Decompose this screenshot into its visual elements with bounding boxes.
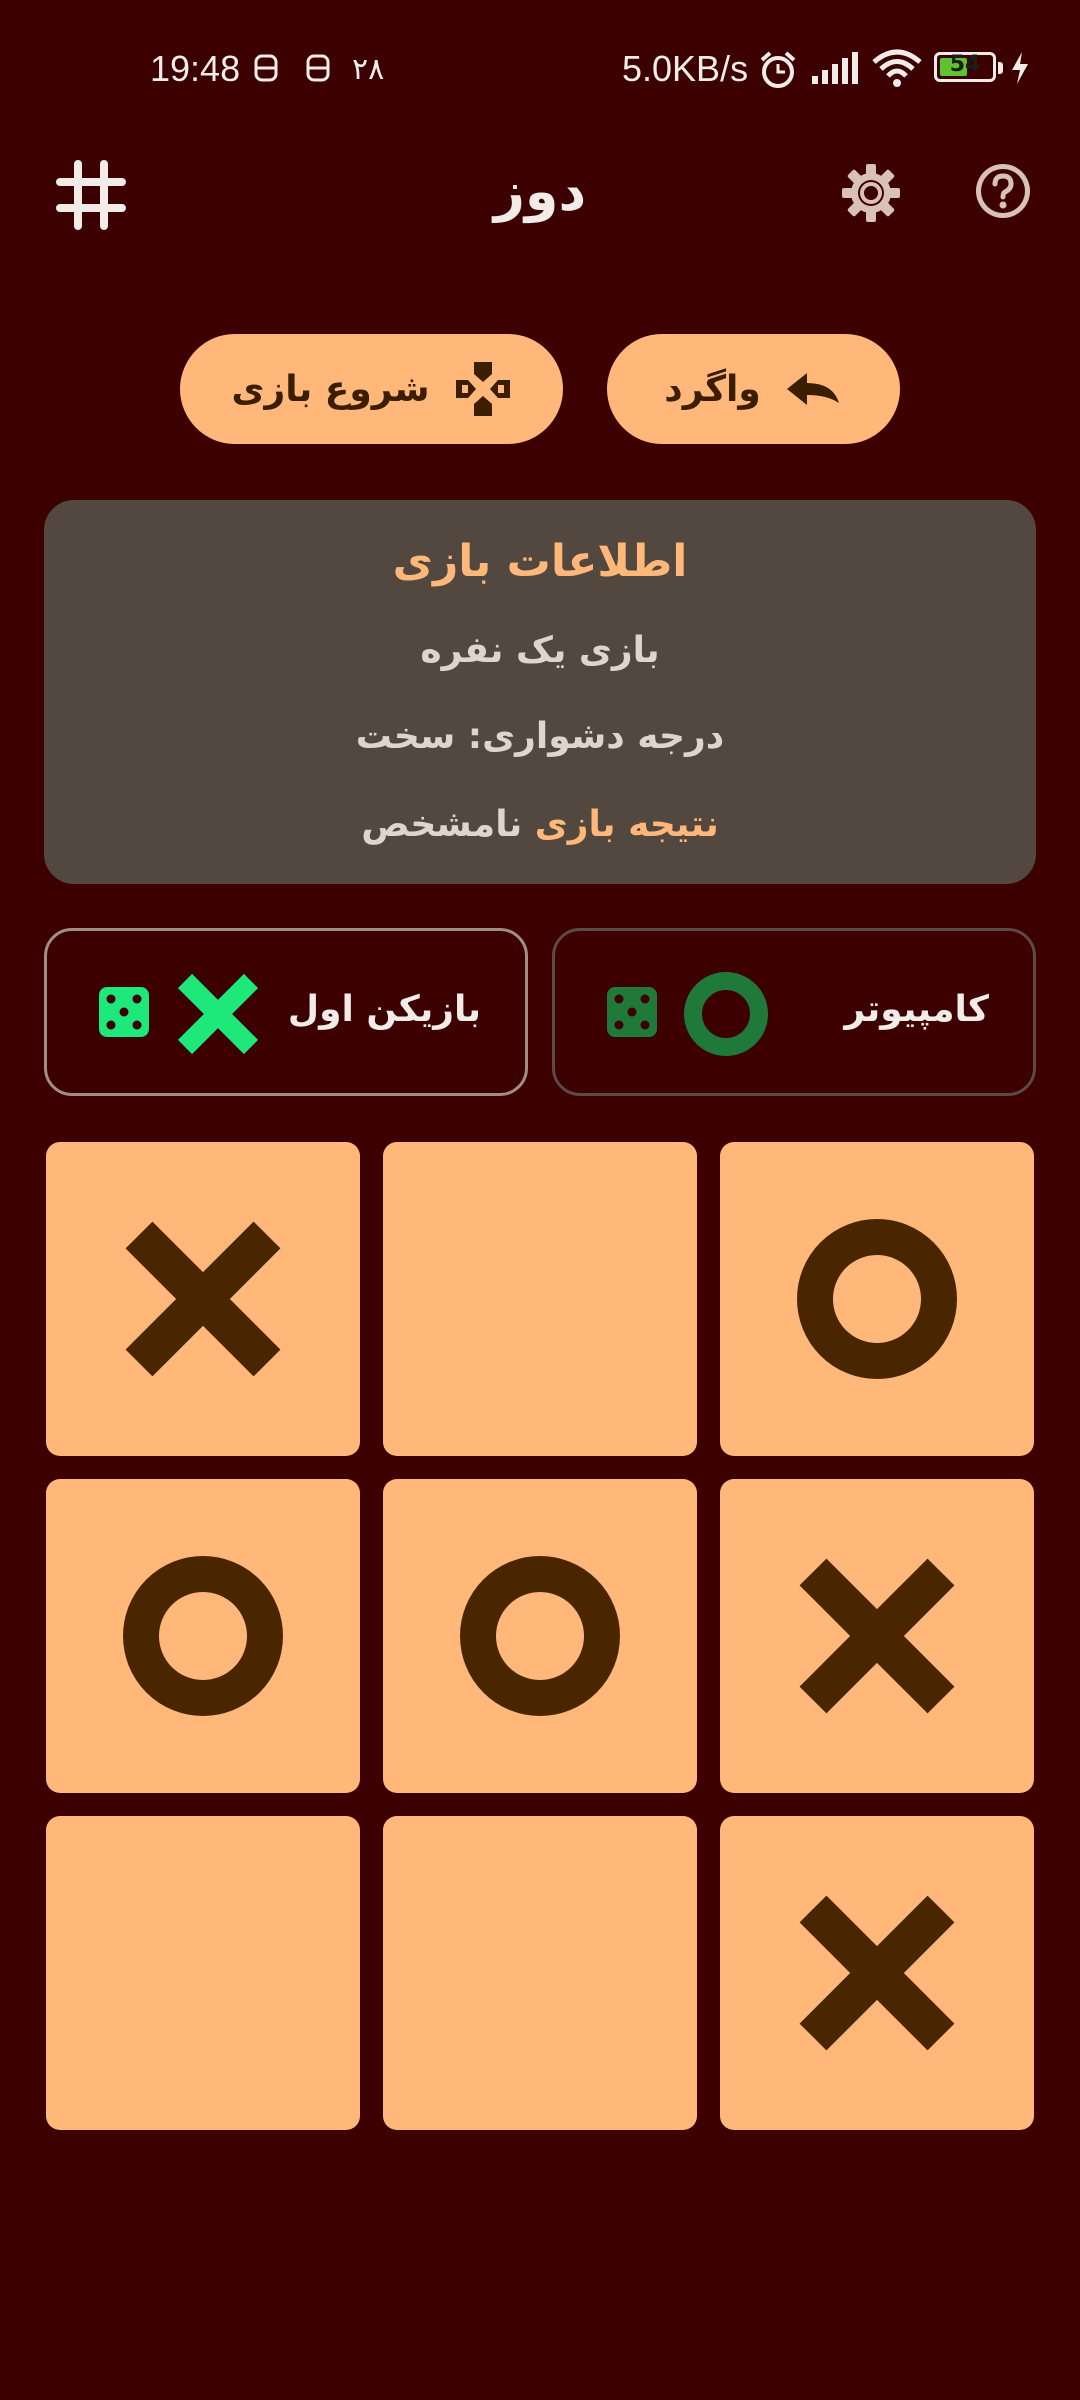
game-result-label: نتیجه بازی	[534, 804, 719, 845]
game-result-value: نامشخص	[361, 804, 523, 845]
hash-icon[interactable]	[56, 160, 126, 230]
o-mark-icon	[123, 1556, 283, 1716]
dice-icon	[99, 987, 149, 1037]
board-cell[interactable]	[383, 1479, 697, 1793]
player-card-computer: کامپیوتر	[552, 928, 1036, 1096]
battery-cap	[998, 62, 1003, 74]
board-cell[interactable]	[46, 1816, 360, 2130]
game-info-title: اطلاعات بازی	[392, 536, 688, 587]
board-cell[interactable]	[383, 1142, 697, 1456]
signal-icon	[812, 52, 858, 84]
page-title: دوز	[493, 160, 587, 223]
dice-icon	[607, 987, 657, 1037]
x-mark-icon	[799, 1895, 955, 2051]
difficulty-text: درجه دشواری: سخت	[355, 716, 725, 757]
o-mark-icon	[684, 972, 768, 1056]
player-name-computer: کامپیوتر	[844, 989, 989, 1030]
o-mark-icon	[460, 1556, 620, 1716]
x-mark-icon	[799, 1558, 955, 1714]
board-cell[interactable]	[46, 1142, 360, 1456]
battery-level: 54	[949, 52, 981, 77]
battery-icon: 54	[934, 52, 996, 82]
status-bar: 19:48 ۲۸ 5.0KB/s 54	[0, 0, 1080, 140]
notification-icon-2	[306, 54, 330, 82]
start-game-button[interactable]: شروع بازی	[180, 334, 563, 444]
undo-button[interactable]: واگرد	[607, 334, 900, 444]
board-cell[interactable]	[720, 1816, 1034, 2130]
game-result: نتیجه بازی نامشخص	[44, 804, 1036, 845]
status-time: 19:48	[150, 48, 241, 89]
settings-icon[interactable]	[840, 162, 902, 224]
board-cell[interactable]	[720, 1479, 1034, 1793]
undo-icon	[786, 373, 839, 405]
status-network-speed: 5.0KB/s	[622, 48, 749, 89]
player-name-first: بازیکن اول	[287, 989, 481, 1030]
wifi-icon	[872, 49, 922, 87]
board-cell[interactable]	[720, 1142, 1034, 1456]
player-card-first: بازیکن اول	[44, 928, 528, 1096]
o-mark-icon	[797, 1219, 957, 1379]
game-info-card: اطلاعات بازی بازی یک نفره درجه دشواری: س…	[44, 500, 1036, 884]
game-mode-text: بازی یک نفره	[420, 630, 660, 671]
start-game-label: شروع بازی	[231, 368, 430, 410]
gamepad-icon	[455, 362, 510, 416]
charging-icon	[1012, 52, 1028, 84]
board-cell[interactable]	[383, 1816, 697, 2130]
alarm-icon	[760, 51, 796, 88]
notification-icon	[254, 54, 278, 82]
x-mark-icon	[177, 973, 259, 1055]
x-mark-icon	[125, 1221, 281, 1377]
board-cell[interactable]	[46, 1479, 360, 1793]
status-notification-count: ۲۸	[352, 52, 385, 87]
undo-label: واگرد	[664, 368, 761, 410]
help-icon[interactable]	[974, 162, 1032, 220]
